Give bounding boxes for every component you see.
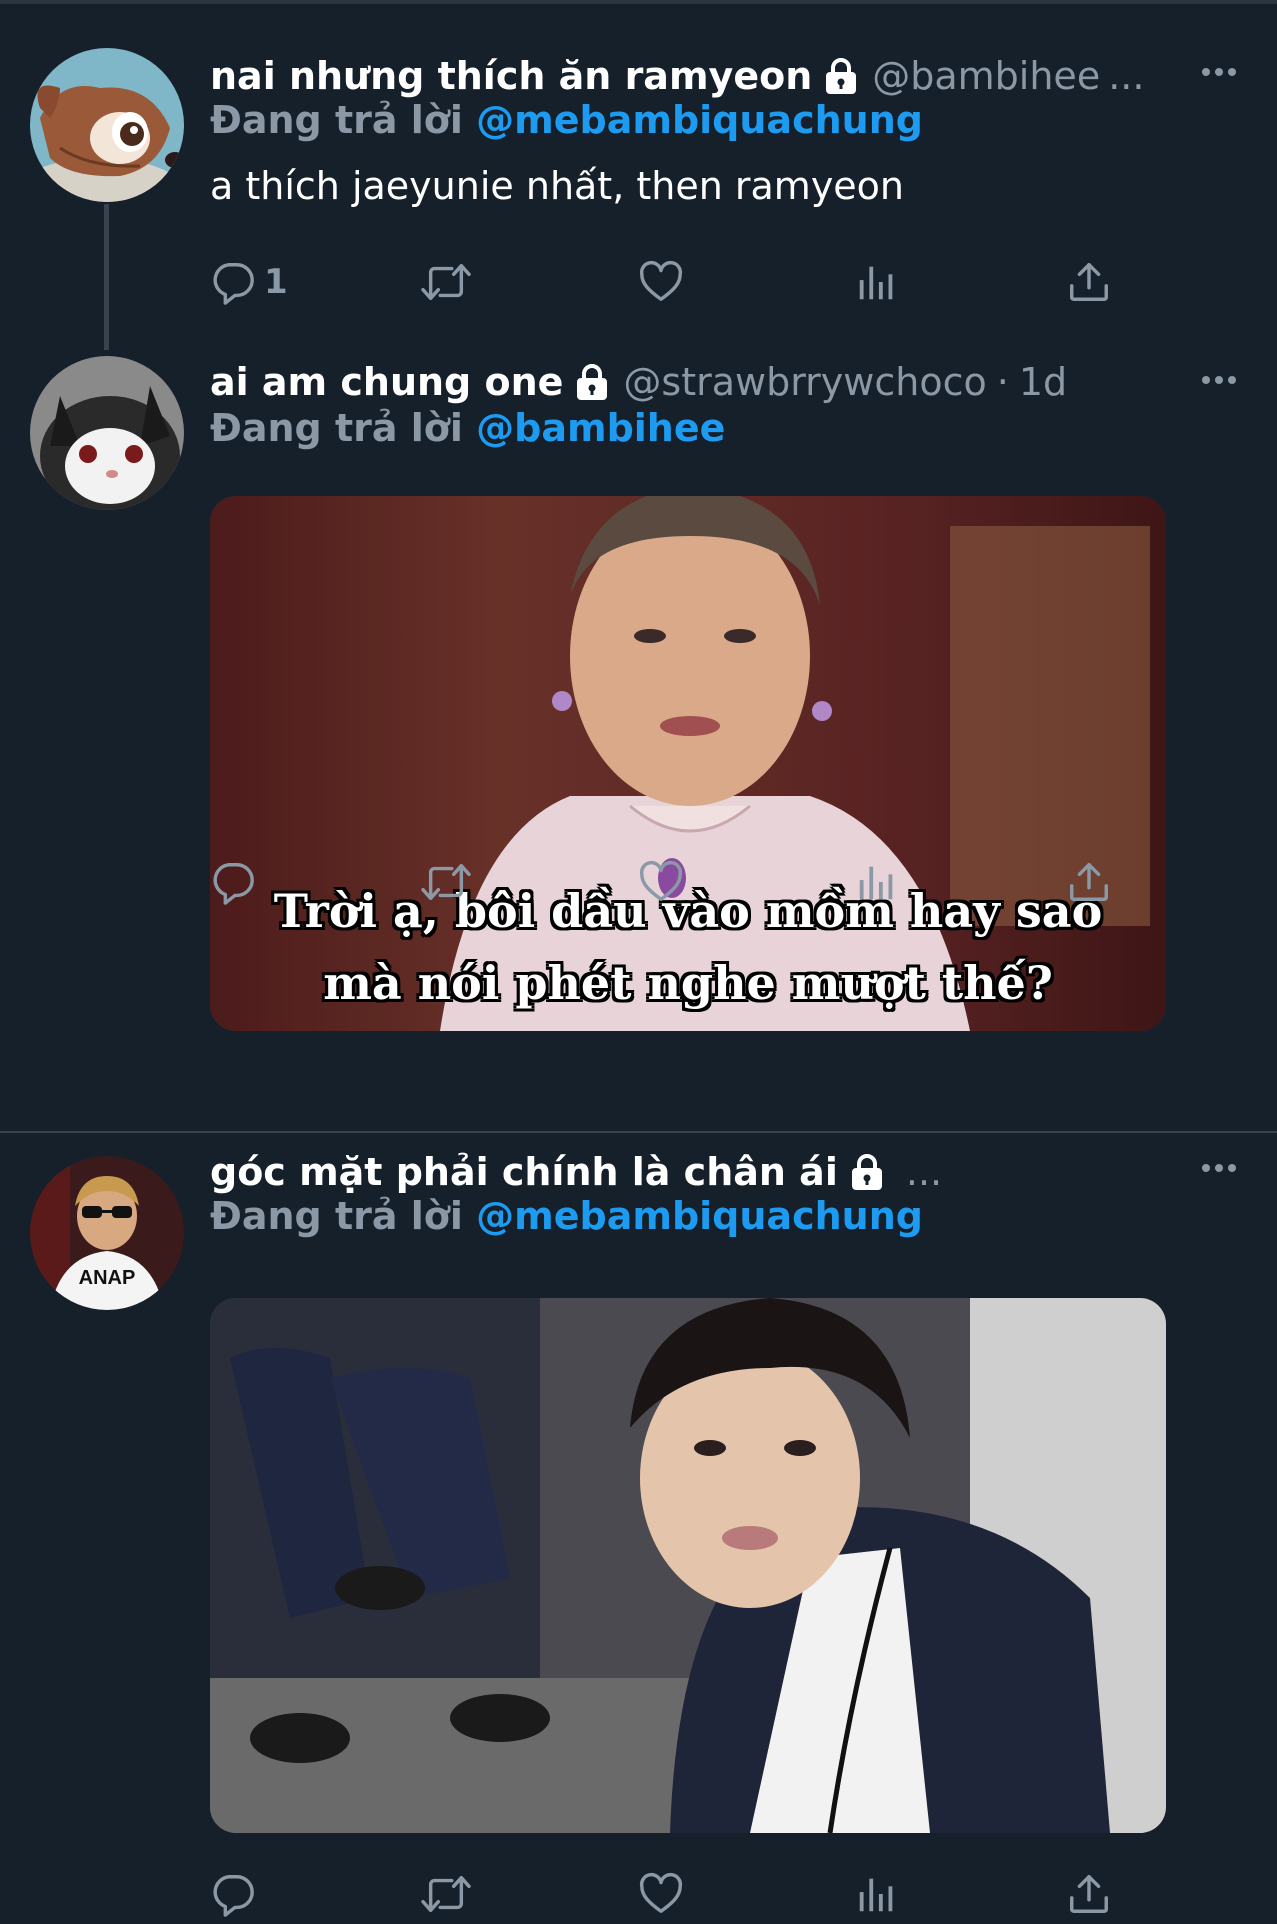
reply-icon (210, 859, 256, 905)
reply-target-link[interactable]: @bambihee (476, 406, 725, 450)
retweet-icon (418, 1871, 474, 1917)
tweet[interactable]: ai am chung one @strawbrrywchoco · 1d Đa… (0, 340, 1277, 1132)
tweet-actions (210, 1864, 1110, 1924)
more-icon[interactable] (1199, 62, 1239, 82)
child-sunglasses-avatar[interactable]: ANAP (30, 1156, 184, 1310)
more-icon[interactable] (1199, 1158, 1239, 1178)
share-icon (1066, 859, 1112, 905)
views-icon (854, 1871, 900, 1917)
tweet[interactable]: nai nhưng thích ăn ramyeon @bambihee ...… (0, 0, 1277, 340)
tweet-actions (210, 852, 1110, 912)
share-icon (1066, 1871, 1112, 1917)
like-button[interactable] (638, 1864, 684, 1924)
tweet-media-image[interactable]: Trời ạ, bôi dầu vào mồm hay sao mà nói p… (210, 496, 1166, 1031)
reply-icon (210, 1871, 256, 1917)
views-icon (854, 859, 900, 905)
tweet-header: ai am chung one @strawbrrywchoco · 1d (210, 354, 1170, 410)
reply-count: 1 (264, 262, 288, 302)
display-name[interactable]: ai am chung one (210, 360, 563, 404)
share-button[interactable] (1066, 252, 1112, 312)
retweet-icon (418, 859, 474, 905)
tweet-text: a thích jaeyunie nhất, then ramyeon (210, 164, 905, 208)
share-button[interactable] (1066, 852, 1112, 912)
views-button[interactable] (854, 852, 900, 912)
handle[interactable]: @strawbrrywchoco (623, 360, 986, 404)
like-button[interactable] (638, 852, 684, 912)
tweet-header: nai nhưng thích ăn ramyeon @bambihee ... (210, 48, 1170, 104)
reply-prefix: Đang trả lời (210, 98, 463, 142)
display-name[interactable]: nai nhưng thích ăn ramyeon (210, 54, 812, 98)
reply-icon (210, 259, 256, 305)
truncation-ellipsis: ... (1108, 54, 1145, 98)
retweet-icon (418, 259, 474, 305)
replying-to: Đang trả lời @mebambiquachung (210, 98, 923, 148)
like-icon (638, 259, 684, 305)
reply-button[interactable]: 1 (210, 252, 288, 312)
timestamp[interactable]: 1d (1019, 360, 1067, 404)
truncation-ellipsis: ... (905, 1150, 943, 1194)
retweet-button[interactable] (418, 252, 474, 312)
lock-icon (575, 363, 609, 401)
tweet[interactable]: ANAP góc mặt phải chính là chân ái ... Đ… (0, 1132, 1277, 1920)
meme-photo-background (210, 496, 1166, 1031)
share-button[interactable] (1066, 1864, 1112, 1924)
lock-icon (850, 1153, 884, 1191)
retweet-button[interactable] (418, 1864, 474, 1924)
reply-prefix: Đang trả lời (210, 1194, 463, 1238)
views-icon (854, 259, 900, 305)
reply-prefix: Đang trả lời (210, 406, 463, 450)
reply-button[interactable] (210, 852, 256, 912)
tweet-header: góc mặt phải chính là chân ái ... (210, 1144, 1170, 1200)
retweet-button[interactable] (418, 852, 474, 912)
display-name[interactable]: góc mặt phải chính là chân ái (210, 1150, 838, 1194)
views-button[interactable] (854, 252, 900, 312)
lock-icon (824, 57, 858, 95)
reply-button[interactable] (210, 1864, 256, 1924)
media-caption-line-2: mà nói phét nghe mượt thế? (323, 956, 1053, 1010)
separator-dot: · (996, 360, 1009, 404)
tweet-actions: 1 (210, 252, 1110, 312)
like-button[interactable] (638, 252, 684, 312)
views-button[interactable] (854, 1864, 900, 1924)
like-icon (638, 1871, 684, 1917)
more-icon[interactable] (1199, 370, 1239, 390)
share-icon (1066, 259, 1112, 305)
tweet-actions (210, 1510, 1110, 1570)
deer-avatar[interactable] (30, 48, 184, 202)
replying-to: Đang trả lời @bambihee (210, 406, 725, 456)
reply-target-link[interactable]: @mebambiquachung (476, 98, 923, 142)
reply-target-link[interactable]: @mebambiquachung (476, 1194, 923, 1238)
replying-to: Đang trả lời @mebambiquachung (210, 1194, 923, 1244)
handle[interactable]: @bambihee (872, 54, 1100, 98)
like-icon (638, 859, 684, 905)
cat-avatar[interactable] (30, 356, 184, 510)
avatar-shirt-text: ANAP (79, 1267, 136, 1289)
